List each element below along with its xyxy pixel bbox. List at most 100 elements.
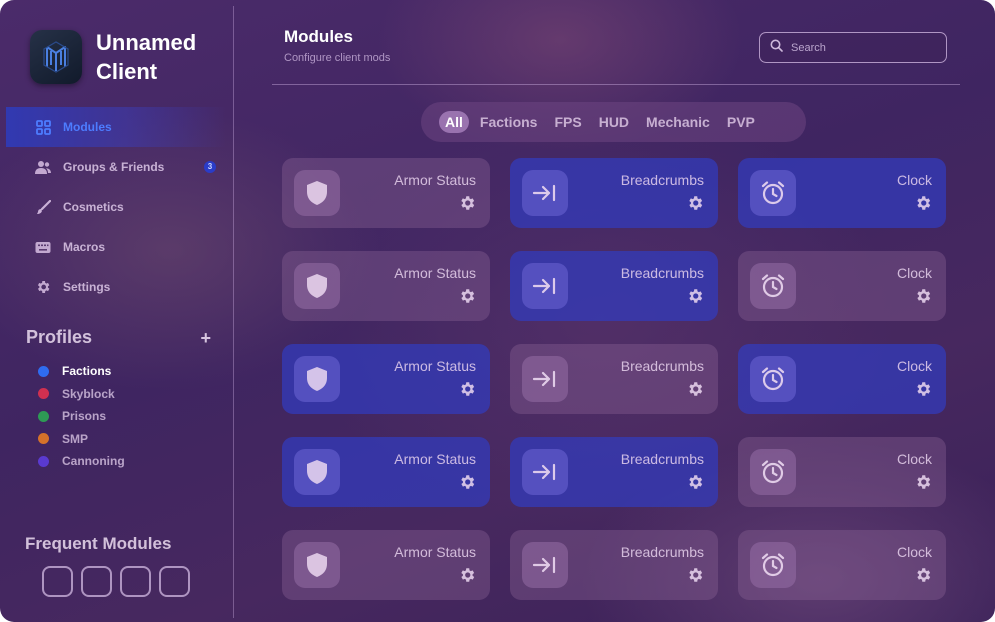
profile-item-prisons[interactable]: Prisons (38, 405, 125, 428)
module-settings-gear-icon[interactable] (685, 472, 705, 492)
module-name: Breadcrumbs (620, 265, 704, 281)
module-name: Clock (896, 451, 932, 467)
module-name: Armor Status (394, 451, 476, 467)
profile-color-dot (38, 388, 49, 400)
search-box[interactable] (759, 32, 947, 63)
app-window: Unnamed Client Modules Groups & Friends … (0, 0, 995, 622)
sidebar-nav: Modules Groups & Friends 3 Cosmetics Mac… (6, 107, 226, 307)
profile-color-dot (38, 455, 49, 467)
module-card[interactable]: Clock (738, 530, 946, 600)
frequent-modules-slots (42, 566, 190, 597)
tab-factions[interactable]: Factions (480, 114, 538, 130)
module-settings-gear-icon[interactable] (685, 379, 705, 399)
frequent-module-slot[interactable] (81, 566, 112, 597)
module-settings-gear-icon[interactable] (913, 565, 933, 585)
alarm-clock-icon (750, 542, 796, 588)
module-name: Armor Status (394, 544, 476, 560)
module-card[interactable]: Armor Status (282, 158, 490, 228)
sidebar-item-groups-friends[interactable]: Groups & Friends 3 (6, 147, 226, 187)
module-name: Clock (896, 544, 932, 560)
module-card[interactable]: Clock (738, 344, 946, 414)
module-name: Breadcrumbs (620, 451, 704, 467)
arrow-to-line-icon (522, 356, 568, 402)
keyboard-icon (35, 239, 51, 255)
module-name: Breadcrumbs (620, 172, 704, 188)
app-name: Unnamed Client (96, 28, 226, 86)
module-card[interactable]: Armor Status (282, 251, 490, 321)
profile-color-dot (38, 433, 49, 445)
module-settings-gear-icon[interactable] (913, 286, 933, 306)
module-settings-gear-icon[interactable] (913, 379, 933, 399)
sidebar-item-modules[interactable]: Modules (6, 107, 226, 147)
notification-badge: 3 (204, 161, 216, 173)
module-settings-gear-icon[interactable] (685, 565, 705, 585)
category-tabs: All Factions FPS HUD Mechanic PVP (421, 102, 806, 142)
sidebar-item-settings[interactable]: Settings (6, 267, 226, 307)
tab-hud[interactable]: HUD (599, 114, 629, 130)
alarm-clock-icon (750, 170, 796, 216)
brush-icon (35, 199, 51, 215)
module-card[interactable]: Armor Status (282, 344, 490, 414)
module-settings-gear-icon[interactable] (913, 472, 933, 492)
module-settings-gear-icon[interactable] (685, 286, 705, 306)
tab-pvp[interactable]: PVP (727, 114, 755, 130)
profile-name: Prisons (62, 409, 107, 424)
frequent-module-slot[interactable] (120, 566, 151, 597)
sidebar-item-label: Cosmetics (63, 200, 124, 214)
alarm-clock-icon (750, 449, 796, 495)
profile-item-cannoning[interactable]: Cannoning (38, 450, 125, 473)
shield-icon (294, 356, 340, 402)
module-card[interactable]: Breadcrumbs (510, 530, 718, 600)
page-title: Modules (284, 27, 353, 46)
alarm-clock-icon (750, 356, 796, 402)
sidebar-item-cosmetics[interactable]: Cosmetics (6, 187, 226, 227)
search-icon (770, 39, 783, 57)
module-settings-gear-icon[interactable] (457, 472, 477, 492)
add-profile-button[interactable]: + (200, 329, 211, 347)
module-card[interactable]: Breadcrumbs (510, 158, 718, 228)
brand: Unnamed Client (30, 28, 226, 86)
module-card[interactable]: Breadcrumbs (510, 437, 718, 507)
alarm-clock-icon (750, 263, 796, 309)
profile-list: Factions Skyblock Prisons SMP Cannoning (38, 360, 125, 473)
module-card[interactable]: Breadcrumbs (510, 251, 718, 321)
module-card[interactable]: Clock (738, 437, 946, 507)
sidebar-item-label: Groups & Friends (63, 160, 165, 174)
module-name: Clock (896, 172, 932, 188)
module-card[interactable]: Clock (738, 158, 946, 228)
profile-name: Cannoning (62, 454, 125, 469)
users-icon (35, 159, 51, 175)
module-name: Breadcrumbs (620, 358, 704, 374)
page-subtitle: Configure client mods (284, 52, 391, 64)
tab-fps[interactable]: FPS (554, 114, 581, 130)
module-card[interactable]: Armor Status (282, 530, 490, 600)
profile-item-smp[interactable]: SMP (38, 428, 125, 451)
arrow-to-line-icon (522, 449, 568, 495)
module-name: Armor Status (394, 265, 476, 281)
module-settings-gear-icon[interactable] (457, 193, 477, 213)
sidebar: Unnamed Client Modules Groups & Friends … (0, 0, 233, 622)
module-settings-gear-icon[interactable] (457, 565, 477, 585)
module-settings-gear-icon[interactable] (457, 286, 477, 306)
arrow-to-line-icon (522, 170, 568, 216)
arrow-to-line-icon (522, 542, 568, 588)
module-name: Armor Status (394, 172, 476, 188)
search-input[interactable] (791, 41, 941, 54)
profiles-header: Profiles + (26, 327, 211, 348)
shield-icon (294, 170, 340, 216)
profile-item-factions[interactable]: Factions (38, 360, 125, 383)
module-settings-gear-icon[interactable] (457, 379, 477, 399)
module-settings-gear-icon[interactable] (685, 193, 705, 213)
module-card[interactable]: Breadcrumbs (510, 344, 718, 414)
frequent-module-slot[interactable] (159, 566, 190, 597)
module-settings-gear-icon[interactable] (913, 193, 933, 213)
profile-item-skyblock[interactable]: Skyblock (38, 383, 125, 406)
module-card[interactable]: Clock (738, 251, 946, 321)
tab-all[interactable]: All (439, 111, 469, 133)
profile-name: Factions (62, 364, 112, 379)
module-card[interactable]: Armor Status (282, 437, 490, 507)
tab-mechanic[interactable]: Mechanic (646, 114, 710, 130)
frequent-module-slot[interactable] (42, 566, 73, 597)
sidebar-item-macros[interactable]: Macros (6, 227, 226, 267)
shield-icon (294, 542, 340, 588)
